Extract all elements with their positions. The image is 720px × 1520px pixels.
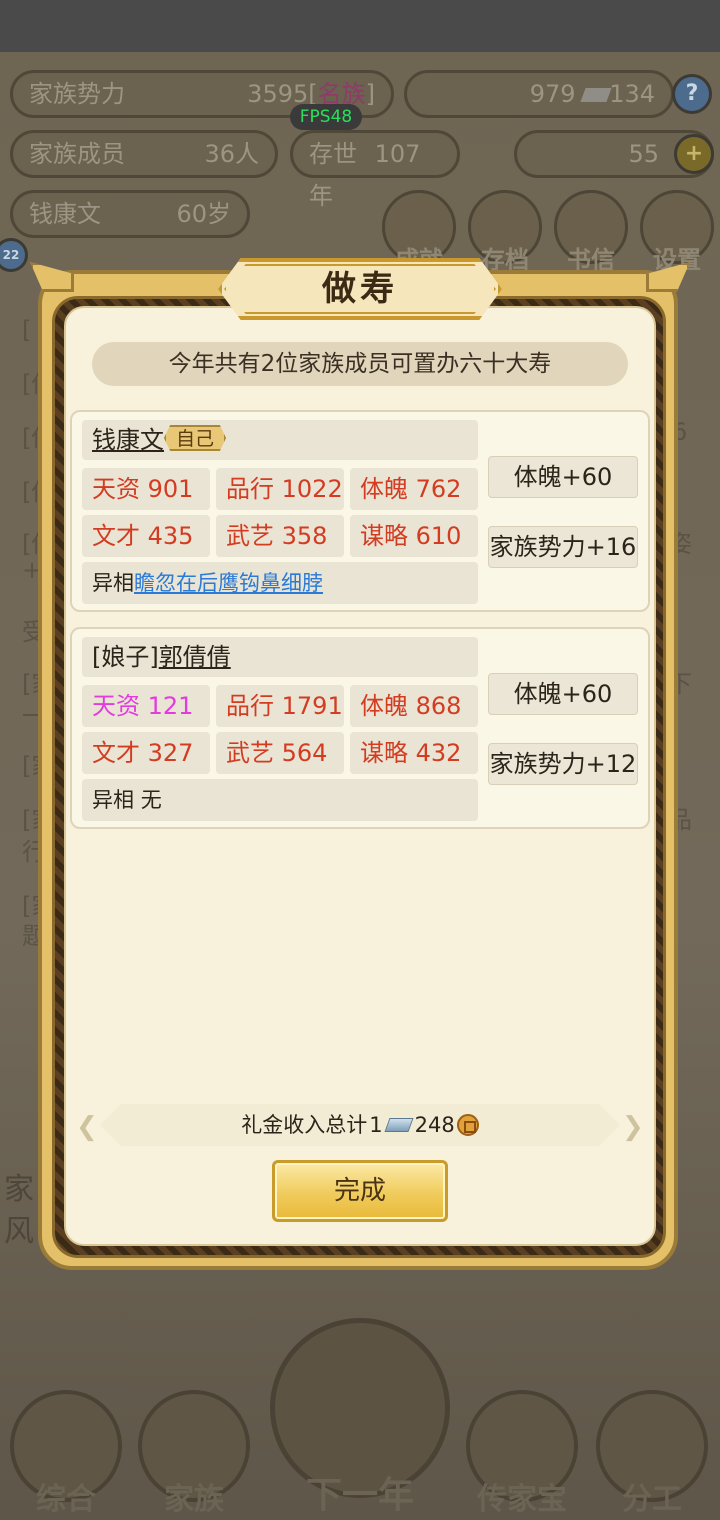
stat-value: 1791	[281, 692, 343, 720]
member-card: 钱康文 自己 天资 901 品行 1022 体魄 762 文才 435 武艺 35…	[70, 410, 650, 612]
income-content: 礼金收入总计 1 248	[241, 1104, 479, 1146]
income-wing-right-icon: ❯	[622, 1112, 644, 1142]
member-card: [娘子]郭倩倩 天资 121 品行 1791 体魄 868 文才 327 武艺 …	[70, 627, 650, 829]
stat-label: 武艺	[226, 522, 274, 550]
member-name[interactable]: 郭倩倩	[159, 643, 231, 671]
bonus-clan-power: 家族势力+16	[488, 526, 638, 568]
stat-value: 610	[415, 522, 462, 550]
stat-physique: 体魄 762	[350, 468, 478, 510]
stat-label: 文才	[92, 522, 140, 550]
members-panel: 家族成员 36人	[10, 130, 278, 178]
bg-event-fragment: 家	[4, 1172, 34, 1207]
stat-value: 327	[147, 739, 194, 767]
income-coins: 248	[414, 1113, 455, 1137]
stat-label: 武艺	[226, 739, 274, 767]
leader-panel: 钱康文 60岁	[10, 190, 250, 238]
stat-label: 谋略	[360, 522, 408, 550]
stat-martial: 武艺 564	[216, 732, 344, 774]
stat-label: 谋略	[360, 739, 408, 767]
stat-talent: 天资 901	[82, 468, 210, 510]
clan-rank-close: ]	[365, 80, 375, 108]
generations-panel: 存世 107年	[290, 130, 460, 210]
income-label: 礼金收入总计	[241, 1113, 368, 1137]
stat-literary: 文才 327	[82, 732, 210, 774]
gift-income-total: 礼金收入总计 1 248	[100, 1104, 620, 1146]
stat-label: 天资	[92, 692, 140, 720]
bg-event-fragment: 风	[4, 1214, 34, 1249]
stat-label: 品行	[226, 475, 274, 503]
nav-family-label: 家族	[164, 1482, 224, 1517]
silver-ingot-icon	[384, 1118, 414, 1132]
bonus-physique: 体魄+60	[488, 673, 638, 715]
income-wing-left-icon: ❮	[76, 1112, 98, 1142]
members-label: 家族成员	[29, 140, 125, 168]
stat-value: 1022	[281, 475, 343, 503]
leader-age: 60岁	[176, 200, 231, 228]
stat-label: 体魄	[360, 475, 408, 503]
nav-overview-label: 综合	[36, 1482, 96, 1517]
stat-martial: 武艺 358	[216, 515, 344, 557]
stat-value: 432	[415, 739, 462, 767]
clan-power-label: 家族势力	[29, 80, 125, 108]
stat-value: 901	[147, 475, 194, 503]
currency-panel: 979 134	[404, 70, 674, 118]
stat-talent: 天资 121	[82, 685, 210, 727]
trait-label: 异相	[92, 571, 134, 595]
member-name[interactable]: 钱康文	[92, 426, 164, 454]
generations-label: 存世	[309, 140, 357, 168]
stat-physique: 体魄 868	[350, 685, 478, 727]
member-name-row: [娘子]郭倩倩	[82, 637, 478, 677]
self-tag: 自己	[164, 425, 227, 451]
stat-value: 564	[281, 739, 328, 767]
fps-counter: FPS48	[290, 104, 362, 130]
gold-amount: 55	[628, 140, 659, 168]
stat-label: 天资	[92, 475, 140, 503]
stat-value: 435	[147, 522, 194, 550]
trait-row: 异相瞻忽在后鹰钩鼻细脖	[82, 562, 478, 604]
income-silver: 1	[369, 1113, 383, 1137]
silver-icon	[580, 88, 612, 102]
member-name-row: 钱康文 自己	[82, 420, 478, 460]
status-bar	[0, 0, 720, 52]
stat-label: 品行	[226, 692, 274, 720]
member-relation: [娘子]	[92, 643, 159, 671]
trait-label: 异相	[92, 788, 134, 812]
nav-heirloom-label: 传家宝	[477, 1482, 567, 1517]
members-value: 36人	[204, 140, 259, 168]
stat-conduct: 品行 1791	[216, 685, 344, 727]
stat-strategy: 谋略 610	[350, 515, 478, 557]
eligible-banner: 今年共有2位家族成员可置办六十大寿	[92, 342, 628, 386]
help-icon[interactable]: ?	[672, 74, 712, 114]
copper-coin-icon	[456, 1114, 479, 1136]
add-gold-icon[interactable]: +	[674, 134, 714, 174]
stat-value: 762	[415, 475, 462, 503]
trait-value: 无	[140, 788, 162, 812]
leader-name: 钱康文	[29, 200, 101, 228]
nav-assign-label: 分工	[622, 1482, 682, 1517]
stat-label: 体魄	[360, 692, 408, 720]
trait-value-link[interactable]: 瞻忽在后鹰钩鼻细脖	[134, 571, 323, 595]
dialog-title-plate: 做寿	[218, 258, 502, 320]
dialog-title: 做寿	[322, 269, 398, 309]
stat-conduct: 品行 1022	[216, 468, 344, 510]
bg-event-fragment: [	[22, 316, 32, 344]
done-button[interactable]: 完成	[272, 1160, 448, 1222]
stat-literary: 文才 435	[82, 515, 210, 557]
stat-value: 358	[281, 522, 328, 550]
stat-label: 文才	[92, 739, 140, 767]
nav-next-year-label: 下一年	[305, 1475, 414, 1516]
stat-value: 121	[147, 692, 194, 720]
coin-amount: 134	[609, 80, 655, 108]
bonus-physique: 体魄+60	[488, 456, 638, 498]
stat-strategy: 谋略 432	[350, 732, 478, 774]
silver-amount: 979	[529, 80, 576, 108]
trait-row: 异相 无	[82, 779, 478, 821]
bonus-clan-power: 家族势力+12	[488, 743, 638, 785]
stat-value: 868	[415, 692, 462, 720]
